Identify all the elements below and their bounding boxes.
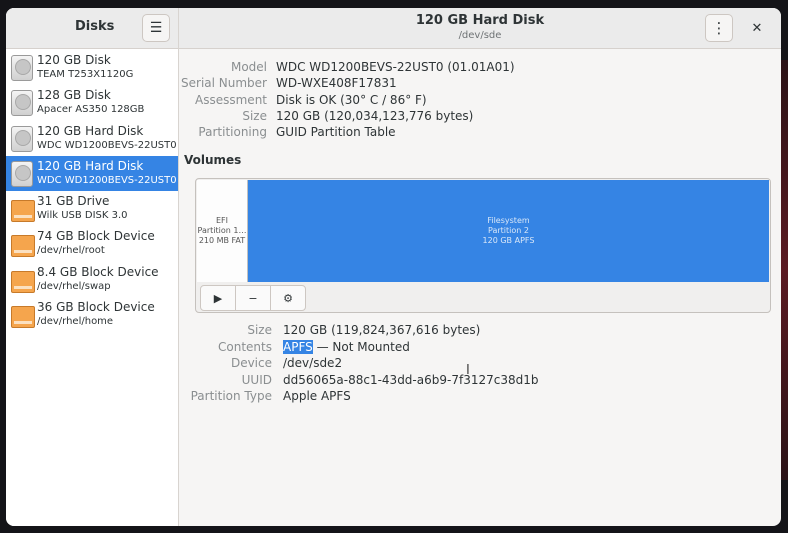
volumes-heading: Volumes xyxy=(184,153,242,167)
disk-name: 31 GB Drive xyxy=(37,194,110,209)
block-device-icon xyxy=(11,235,35,258)
device-value: /dev/sde2 xyxy=(283,356,343,370)
size-label: Size xyxy=(242,109,267,123)
sidebar-header: Disks ☰ xyxy=(6,8,178,49)
drive-icon xyxy=(11,200,35,223)
delete-partition-button[interactable]: − xyxy=(235,285,271,311)
disk-item[interactable]: 8.4 GB Block Device /dev/rhel/swap xyxy=(6,262,178,297)
partition-efi-name: Partition 1… xyxy=(197,226,247,235)
contents-row: Contents APFS — Not Mounted xyxy=(179,340,779,356)
disk-name: 36 GB Block Device xyxy=(37,300,155,315)
header-bar: 120 GB Hard Disk /dev/sde ⋮ ✕ xyxy=(179,8,781,49)
disk-model: /dev/rhel/home xyxy=(37,316,114,328)
disk-list: 120 GB Disk TEAM T253X1120G 128 GB Disk … xyxy=(6,50,178,332)
partition-size-label: Size xyxy=(247,323,272,337)
partition-size-value: 120 GB (119,824,367,616 bytes) xyxy=(283,323,481,337)
main-panel: 120 GB Hard Disk /dev/sde ⋮ ✕ Model WDC … xyxy=(179,8,781,526)
partition-type-row: Partition Type Apple APFS xyxy=(179,389,779,405)
disk-item[interactable]: 128 GB Disk Apacer AS350 128GB xyxy=(6,85,178,120)
disk-model: Wilk USB DISK 3.0 xyxy=(37,210,128,222)
disks-window: Disks ☰ 120 GB Disk TEAM T253X1120G 128 … xyxy=(6,8,781,526)
close-icon: ✕ xyxy=(751,20,763,36)
disk-item[interactable]: 120 GB Disk TEAM T253X1120G xyxy=(6,50,178,85)
partitioning-label: Partitioning xyxy=(198,125,267,139)
partition-apfs[interactable]: Filesystem Partition 2 120 GB APFS xyxy=(248,180,769,282)
partition-apfs-name: Partition 2 xyxy=(488,226,529,235)
disk-model: WDC WD1200BEVS-22UST0 xyxy=(37,174,177,186)
model-label: Model xyxy=(230,60,267,74)
disk-name: 120 GB Disk xyxy=(37,53,111,67)
assessment-row: Assessment Disk is OK (30° C / 86° F) xyxy=(179,93,779,109)
contents-status: — Not Mounted xyxy=(312,340,410,354)
model-value: WDC WD1200BEVS-22UST0 (01.01A01) xyxy=(276,60,515,74)
disk-model: /dev/rhel/swap xyxy=(37,280,111,292)
volume-map: EFI Partition 1… 210 MB FAT Filesystem P… xyxy=(195,178,771,313)
disk-model: WDC WD1200BEVS-22UST0 xyxy=(37,139,177,151)
close-button[interactable]: ✕ xyxy=(747,18,767,38)
serial-label: Serial Number xyxy=(181,76,267,90)
play-icon: ▶ xyxy=(213,291,223,305)
assessment-label: Assessment xyxy=(195,93,267,107)
partition-bar: EFI Partition 1… 210 MB FAT Filesystem P… xyxy=(197,180,769,282)
size-value: 120 GB (120,034,123,776 bytes) xyxy=(276,109,474,123)
partition-type-value: Apple APFS xyxy=(283,389,351,403)
disk-name: 74 GB Block Device xyxy=(37,229,155,244)
menu-button[interactable]: ☰ xyxy=(142,14,170,42)
disk-item[interactable]: 120 GB Hard Disk WDC WD1200BEVS-22UST0 xyxy=(6,121,178,156)
gears-icon: ⚙ xyxy=(283,291,293,305)
disk-model: TEAM T253X1120G xyxy=(37,69,134,80)
disk-model: Apacer AS350 128GB xyxy=(37,104,145,116)
disk-name: 128 GB Disk xyxy=(37,88,111,103)
disk-item[interactable]: 31 GB Drive Wilk USB DISK 3.0 xyxy=(6,191,178,226)
partition-efi-size: 210 MB FAT xyxy=(198,236,246,245)
model-row: Model WDC WD1200BEVS-22UST0 (01.01A01) xyxy=(179,60,779,76)
disk-item-selected[interactable]: 120 GB Hard Disk WDC WD1200BEVS-22UST0 xyxy=(6,155,178,192)
size-row: Size 120 GB (120,034,123,776 bytes) xyxy=(179,109,779,125)
app-title: Disks xyxy=(75,19,115,34)
page-subtitle: /dev/sde xyxy=(458,30,502,41)
contents-label: Contents xyxy=(218,340,272,354)
disk-name: 120 GB Hard Disk xyxy=(37,158,144,173)
contents-selected-text: APFS xyxy=(283,340,313,354)
partitioning-row: Partitioning GUID Partition Table xyxy=(179,125,779,141)
partition-settings-button[interactable]: ⚙ xyxy=(270,285,306,311)
uuid-value: dd56065a-88c1-43dd-a6b9-7f3127c38d1b xyxy=(283,373,539,387)
mount-button[interactable]: ▶ xyxy=(200,285,236,311)
disk-item[interactable]: 36 GB Block Device /dev/rhel/home xyxy=(6,297,178,332)
disk-model: /dev/rhel/root xyxy=(37,245,105,257)
serial-value: WD-WXE408F17831 xyxy=(276,76,397,90)
partition-type-label: Partition Type xyxy=(190,389,272,403)
device-label: Device xyxy=(230,356,272,370)
block-device-icon xyxy=(11,270,35,293)
partitioning-value: GUID Partition Table xyxy=(276,125,396,139)
partition-apfs-type: Filesystem xyxy=(487,216,530,225)
drive-menu-button[interactable]: ⋮ xyxy=(705,14,733,42)
block-device-icon xyxy=(11,306,35,329)
hard-disk-icon xyxy=(11,160,33,187)
partition-apfs-size: 120 GB APFS xyxy=(482,236,535,245)
minus-icon: − xyxy=(248,291,258,305)
disk-name: 8.4 GB Block Device xyxy=(37,264,159,279)
hard-disk-icon xyxy=(11,125,33,152)
uuid-label: UUID xyxy=(241,373,272,387)
disk-item[interactable]: 74 GB Block Device /dev/rhel/root xyxy=(6,226,178,261)
partition-efi-type: EFI xyxy=(215,216,228,225)
uuid-row: UUID dd56065a-88c1-43dd-a6b9-7f3127c38d1… xyxy=(179,373,779,389)
page-title: 120 GB Hard Disk xyxy=(415,13,545,28)
disk-name: 120 GB Hard Disk xyxy=(37,123,144,138)
device-row: Device /dev/sde2 xyxy=(179,356,779,372)
assessment-value: Disk is OK (30° C / 86° F) xyxy=(276,93,427,107)
hamburger-menu-icon: ☰ xyxy=(149,20,163,36)
partition-size-row: Size 120 GB (119,824,367,616 bytes) xyxy=(179,323,779,339)
serial-row: Serial Number WD-WXE408F17831 xyxy=(179,76,779,92)
hard-disk-icon xyxy=(11,90,33,117)
text-cursor-icon: I xyxy=(466,363,470,378)
sidebar: Disks ☰ 120 GB Disk TEAM T253X1120G 128 … xyxy=(6,8,179,526)
contents-value[interactable]: APFS — Not Mounted xyxy=(283,340,410,354)
partition-efi[interactable]: EFI Partition 1… 210 MB FAT xyxy=(197,180,248,282)
volume-toolbar: ▶ − ⚙ xyxy=(200,285,306,311)
kebab-menu-icon: ⋮ xyxy=(711,19,727,37)
hard-disk-icon xyxy=(11,55,33,81)
